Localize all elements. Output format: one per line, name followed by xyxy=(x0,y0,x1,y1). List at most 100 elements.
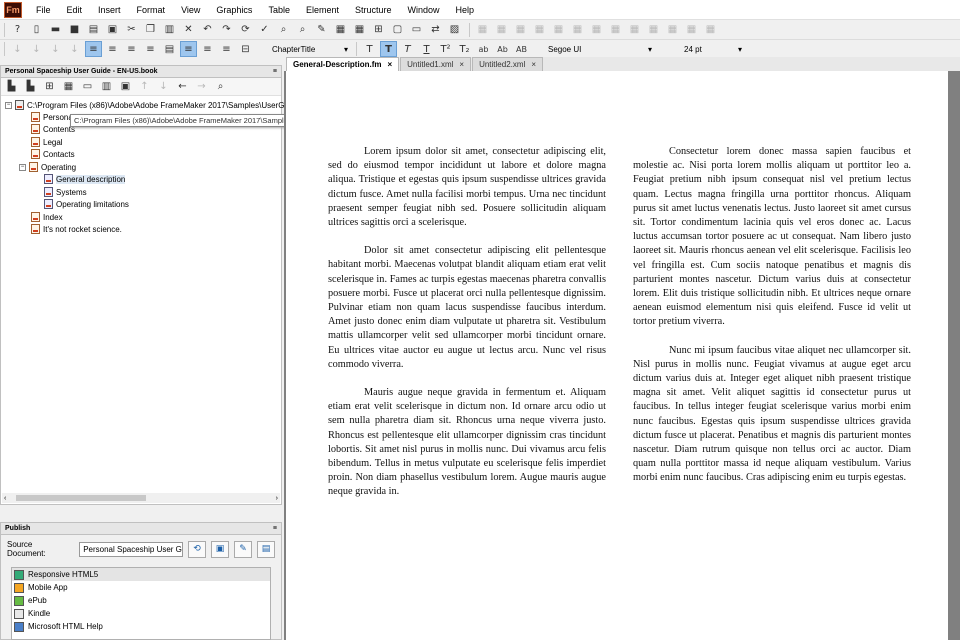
search-icon[interactable]: ⌕ xyxy=(212,79,229,95)
move-down-icon[interactable]: ↓ xyxy=(28,41,45,57)
anchored-frame-icon[interactable]: ▢ xyxy=(389,22,406,38)
menu-structure[interactable]: Structure xyxy=(347,0,400,20)
table-row-above-icon[interactable]: ▦ xyxy=(474,22,491,38)
arrow-up-icon[interactable]: ↑ xyxy=(136,79,153,95)
rotate-icon[interactable]: ⟳ xyxy=(237,22,254,38)
table-convert-icon[interactable]: ▦ xyxy=(683,22,700,38)
align-right-icon[interactable]: ≡ xyxy=(123,41,140,57)
paragraph[interactable]: Lorem ipsum dolor sit amet, consectetur … xyxy=(328,145,606,230)
tree-item[interactable]: Operating limitations xyxy=(44,198,129,210)
output-item-kindle[interactable]: Kindle xyxy=(12,607,270,620)
columns-icon[interactable]: ▦ xyxy=(332,22,349,38)
table-delete-col-icon[interactable]: ▦ xyxy=(569,22,586,38)
table-title-icon[interactable]: ▦ xyxy=(702,22,719,38)
footnote-icon[interactable]: ▭ xyxy=(408,22,425,38)
spellcheck-icon[interactable]: ✓ xyxy=(256,22,273,38)
align-full-icon[interactable]: ▤ xyxy=(161,41,178,57)
menu-element[interactable]: Element xyxy=(298,0,347,20)
include-icon[interactable]: ▣ xyxy=(117,79,134,95)
open-folder-icon[interactable]: ▬ xyxy=(47,22,64,38)
char-style-italic[interactable]: T xyxy=(399,41,416,57)
document-page[interactable]: Lorem ipsum dolor sit amet, consectetur … xyxy=(286,71,948,640)
char-style-subscript[interactable]: T₂ xyxy=(456,41,473,57)
paragraph[interactable]: Consectetur lorem donec massa sapien fau… xyxy=(633,145,911,330)
menu-file[interactable]: File xyxy=(28,0,59,20)
paragraph[interactable]: Mauris augue neque gravida in fermentum … xyxy=(328,386,606,500)
add-file-icon[interactable]: ▙ xyxy=(3,79,20,95)
font-size-dropdown[interactable]: 24 pt ▾ xyxy=(680,42,746,57)
menu-format[interactable]: Format xyxy=(129,0,174,20)
align-left-icon[interactable]: ≡ xyxy=(85,41,102,57)
cut-icon[interactable]: ✂ xyxy=(123,22,140,38)
line-spacing-custom-icon[interactable]: ⊟ xyxy=(237,41,254,57)
arrow-right-icon[interactable]: → xyxy=(193,79,210,95)
text-column-left[interactable]: Lorem ipsum dolor sit amet, consectetur … xyxy=(328,145,606,514)
collapse-icon[interactable]: − xyxy=(5,101,12,109)
menu-window[interactable]: Window xyxy=(400,0,448,20)
menu-graphics[interactable]: Graphics xyxy=(208,0,260,20)
close-icon[interactable]: × xyxy=(531,60,536,69)
delete-icon[interactable]: ✕ xyxy=(180,22,197,38)
table-split-icon[interactable]: ▦ xyxy=(607,22,624,38)
tab-general-description[interactable]: General-Description.fm × xyxy=(286,57,400,71)
arrow-down-icon[interactable]: ↓ xyxy=(155,79,172,95)
print-icon[interactable]: ▤ xyxy=(85,22,102,38)
find-icon[interactable]: ⌕ xyxy=(275,22,292,38)
table-format-icon[interactable]: ▦ xyxy=(645,22,662,38)
tree-item[interactable]: Systems xyxy=(44,186,87,198)
align-justify-icon[interactable]: ≡ xyxy=(142,41,159,57)
menu-edit[interactable]: Edit xyxy=(59,0,91,20)
undo-icon[interactable]: ↶ xyxy=(199,22,216,38)
table-row-below-icon[interactable]: ▦ xyxy=(493,22,510,38)
table-delete-row-icon[interactable]: ▦ xyxy=(550,22,567,38)
line-spacing-one-half-icon[interactable]: ≡ xyxy=(199,41,216,57)
menu-insert[interactable]: Insert xyxy=(90,0,129,20)
move-up-icon[interactable]: ↓ xyxy=(9,41,26,57)
publish-icon[interactable]: ▣ xyxy=(211,540,230,558)
close-icon[interactable]: × xyxy=(387,60,392,69)
char-style-initialcaps[interactable]: Ab xyxy=(494,41,511,57)
char-style-uppercase[interactable]: AB xyxy=(513,41,530,57)
source-document-select[interactable]: Personal Spaceship User G ▾ xyxy=(79,541,184,557)
tree-root[interactable]: − C:\Program Files (x86)\Adobe\Adobe Fra… xyxy=(5,99,295,111)
insert-table-icon[interactable]: ⊞ xyxy=(370,22,387,38)
tree-item[interactable]: − Operating xyxy=(19,161,76,173)
close-icon[interactable]: × xyxy=(459,60,464,69)
menu-help[interactable]: Help xyxy=(448,0,483,20)
char-style-underline[interactable]: T xyxy=(418,41,435,57)
table-sort-icon[interactable]: ▦ xyxy=(664,22,681,38)
publish-settings-icon[interactable]: ⟲ xyxy=(188,540,207,558)
output-item-epub[interactable]: ePub xyxy=(12,594,270,607)
tree-item[interactable]: Legal xyxy=(31,136,63,148)
arrow-left-icon[interactable]: ← xyxy=(174,79,191,95)
update-book-icon[interactable]: ▦ xyxy=(60,79,77,95)
line-spacing-double-icon[interactable]: ≡ xyxy=(218,41,235,57)
table-straddle-icon[interactable]: ▦ xyxy=(626,22,643,38)
menu-table[interactable]: Table xyxy=(260,0,298,20)
char-style-lowercase[interactable]: ab xyxy=(475,41,492,57)
new-document-icon[interactable]: ▯ xyxy=(28,22,45,38)
format-painter-icon[interactable]: ✎ xyxy=(313,22,330,38)
save-icon[interactable]: ■ xyxy=(66,22,83,38)
edit-settings-icon[interactable]: ✎ xyxy=(234,540,253,558)
save-settings-icon[interactable]: ▤ xyxy=(257,540,276,558)
horizontal-scrollbar[interactable]: ‹ › xyxy=(2,493,280,503)
output-item-responsive-html5[interactable]: Responsive HTML5 xyxy=(12,568,270,581)
font-family-dropdown[interactable]: Segoe UI ▾ xyxy=(544,42,656,57)
copy-icon[interactable]: ❐ xyxy=(142,22,159,38)
panel-menu-icon[interactable]: ≡ xyxy=(273,68,277,75)
tree-item[interactable]: Index xyxy=(31,211,63,223)
line-spacing-single-icon[interactable]: ≡ xyxy=(180,41,197,57)
tree-item[interactable]: General description xyxy=(44,173,126,185)
paste-icon[interactable]: ▥ xyxy=(161,22,178,38)
tree-item[interactable]: It's not rocket science. xyxy=(31,223,122,235)
menu-view[interactable]: View xyxy=(173,0,208,20)
tree-item[interactable]: Contacts xyxy=(31,148,75,160)
tab-untitled2[interactable]: Untitled2.xml × xyxy=(472,57,543,71)
scroll-thumb[interactable] xyxy=(16,495,146,501)
table-col-right-icon[interactable]: ▦ xyxy=(531,22,548,38)
add-group-icon[interactable]: ⊞ xyxy=(41,79,58,95)
demote-icon[interactable]: ↓ xyxy=(47,41,64,57)
tab-untitled1[interactable]: Untitled1.xml × xyxy=(400,57,472,71)
help-icon[interactable]: ? xyxy=(9,22,26,38)
